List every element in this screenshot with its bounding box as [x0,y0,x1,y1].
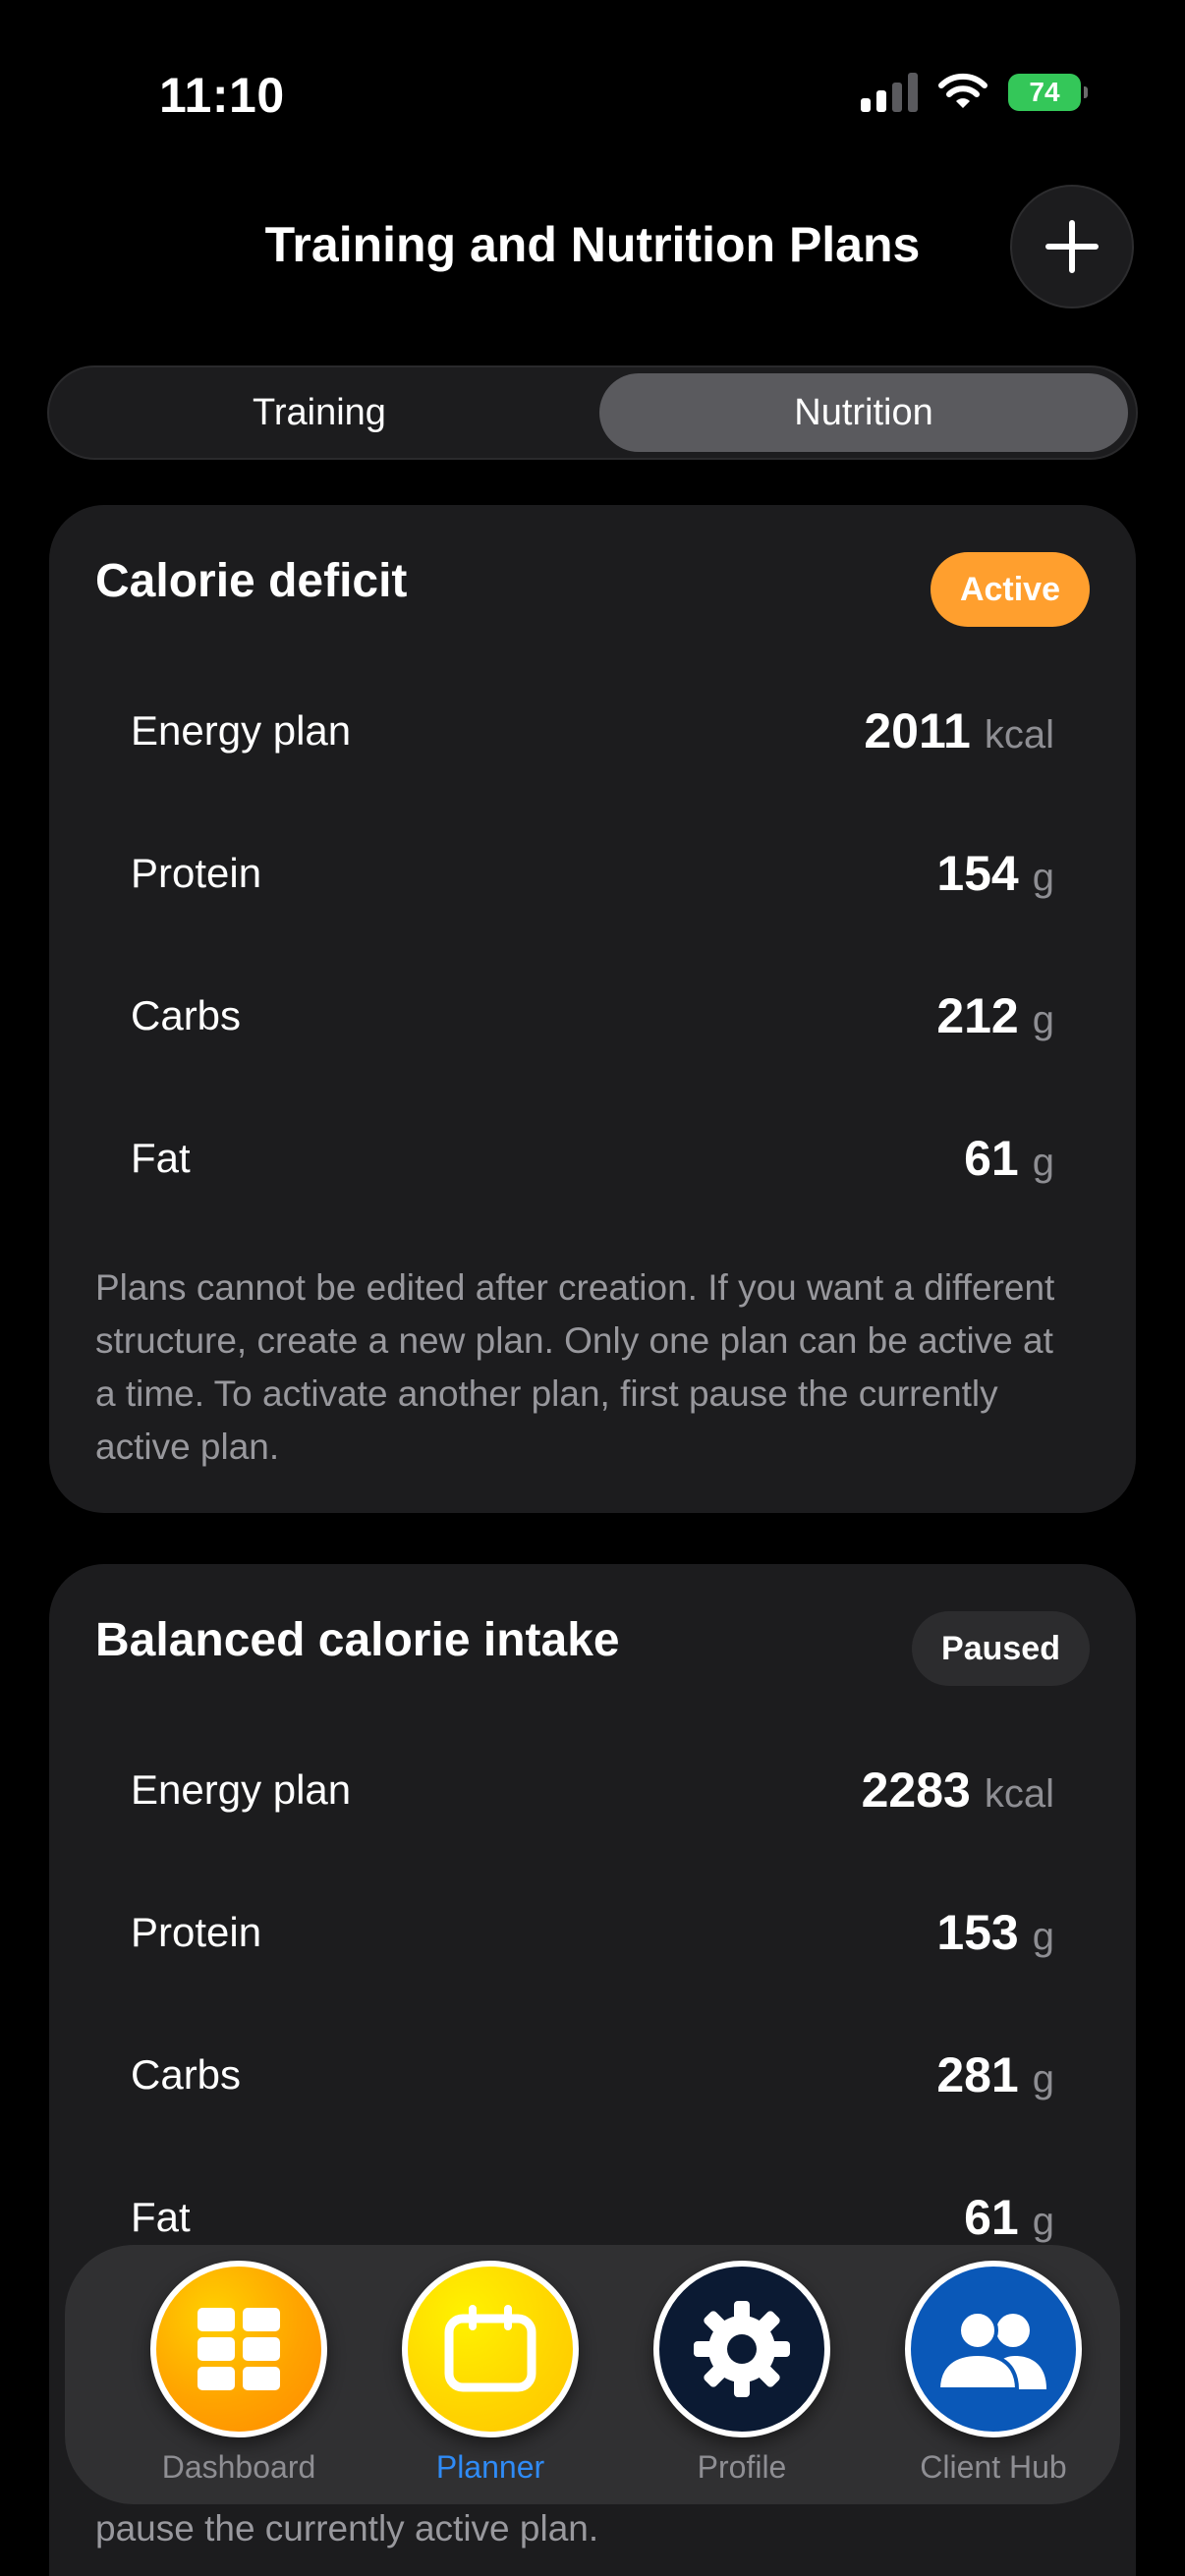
metric-value: 2011 [864,703,971,758]
status-badge: Paused [912,1611,1090,1686]
wifi-icon [938,73,988,108]
bottom-tab-bar: Dashboard Planner Profile Client Hub [65,2245,1120,2504]
metric-label: Carbs [131,2051,242,2098]
tab-planner[interactable]: Planner [372,2261,608,2486]
plan-type-segmented-control: Training Nutrition [47,365,1138,460]
tab-client-hub[interactable]: Client Hub [875,2261,1111,2486]
metric-unit: g [1032,856,1054,899]
metric-label: Protein [131,1909,262,1955]
plan-title: Calorie deficit [95,555,408,607]
battery-icon: 74 [1008,74,1088,111]
plan-note: Plans cannot be edited after creation. I… [95,1267,1055,1467]
grid-icon [150,2261,327,2437]
metric-row: Protein 153 g [131,1893,1054,1972]
metric-row: Energy plan 2283 kcal [131,1751,1054,1829]
cellular-signal-icon [861,73,918,112]
metric-unit: g [1032,2057,1054,2100]
metric-value: 153 [936,1905,1019,1960]
tab-dashboard[interactable]: Dashboard [121,2261,357,2486]
metric-value: 61 [964,1131,1019,1186]
metric-value: 2283 [861,1763,971,1818]
metric-unit: g [1032,1915,1054,1958]
tab-label: Client Hub [920,2449,1067,2485]
metric-unit: g [1032,1141,1054,1184]
metric-label: Energy plan [131,707,352,754]
metric-row: Protein 154 g [131,834,1054,913]
metric-label: Fat [131,2194,191,2240]
metric-label: Protein [131,850,262,896]
metric-value: 281 [936,2047,1019,2102]
metric-label: Carbs [131,992,242,1038]
metric-label: Energy plan [131,1766,352,1813]
status-time: 11:10 [159,68,285,123]
metric-row: Energy plan 2011 kcal [131,692,1054,770]
metric-row: Fat 61 g [131,1119,1054,1198]
plus-icon [1045,220,1099,273]
metric-unit: kcal [984,713,1054,756]
tab-profile[interactable]: Profile [624,2261,860,2486]
battery-level: 74 [1029,77,1060,107]
metric-value: 212 [936,988,1019,1043]
page-title: Training and Nutrition Plans [264,217,921,272]
tab-training[interactable]: Training [55,373,584,452]
plan-note: pause the currently active plan. [95,2508,599,2548]
plan-card[interactable]: Calorie deficit Active Energy plan 2011 k… [49,505,1136,1513]
tab-label: Planner [435,2449,545,2485]
metric-row: Carbs 212 g [131,977,1054,1055]
metric-value: 61 [964,2190,1019,2245]
status-icons: 74 [861,73,1088,112]
metric-unit: g [1032,998,1054,1041]
metric-row: Carbs 281 g [131,2036,1054,2114]
metric-unit: g [1032,2200,1054,2243]
tab-nutrition[interactable]: Nutrition [599,373,1128,452]
calendar-icon [402,2261,579,2437]
gear-icon [653,2261,830,2437]
metric-label: Fat [131,1135,191,1181]
plan-title: Balanced calorie intake [95,1614,620,1666]
metric-value: 154 [936,846,1019,901]
metric-unit: kcal [984,1772,1054,1816]
tab-label: Profile [697,2449,787,2485]
people-icon [905,2261,1082,2437]
status-badge: Active [930,552,1090,627]
add-plan-button[interactable] [1010,185,1134,308]
tab-label: Dashboard [161,2449,316,2485]
